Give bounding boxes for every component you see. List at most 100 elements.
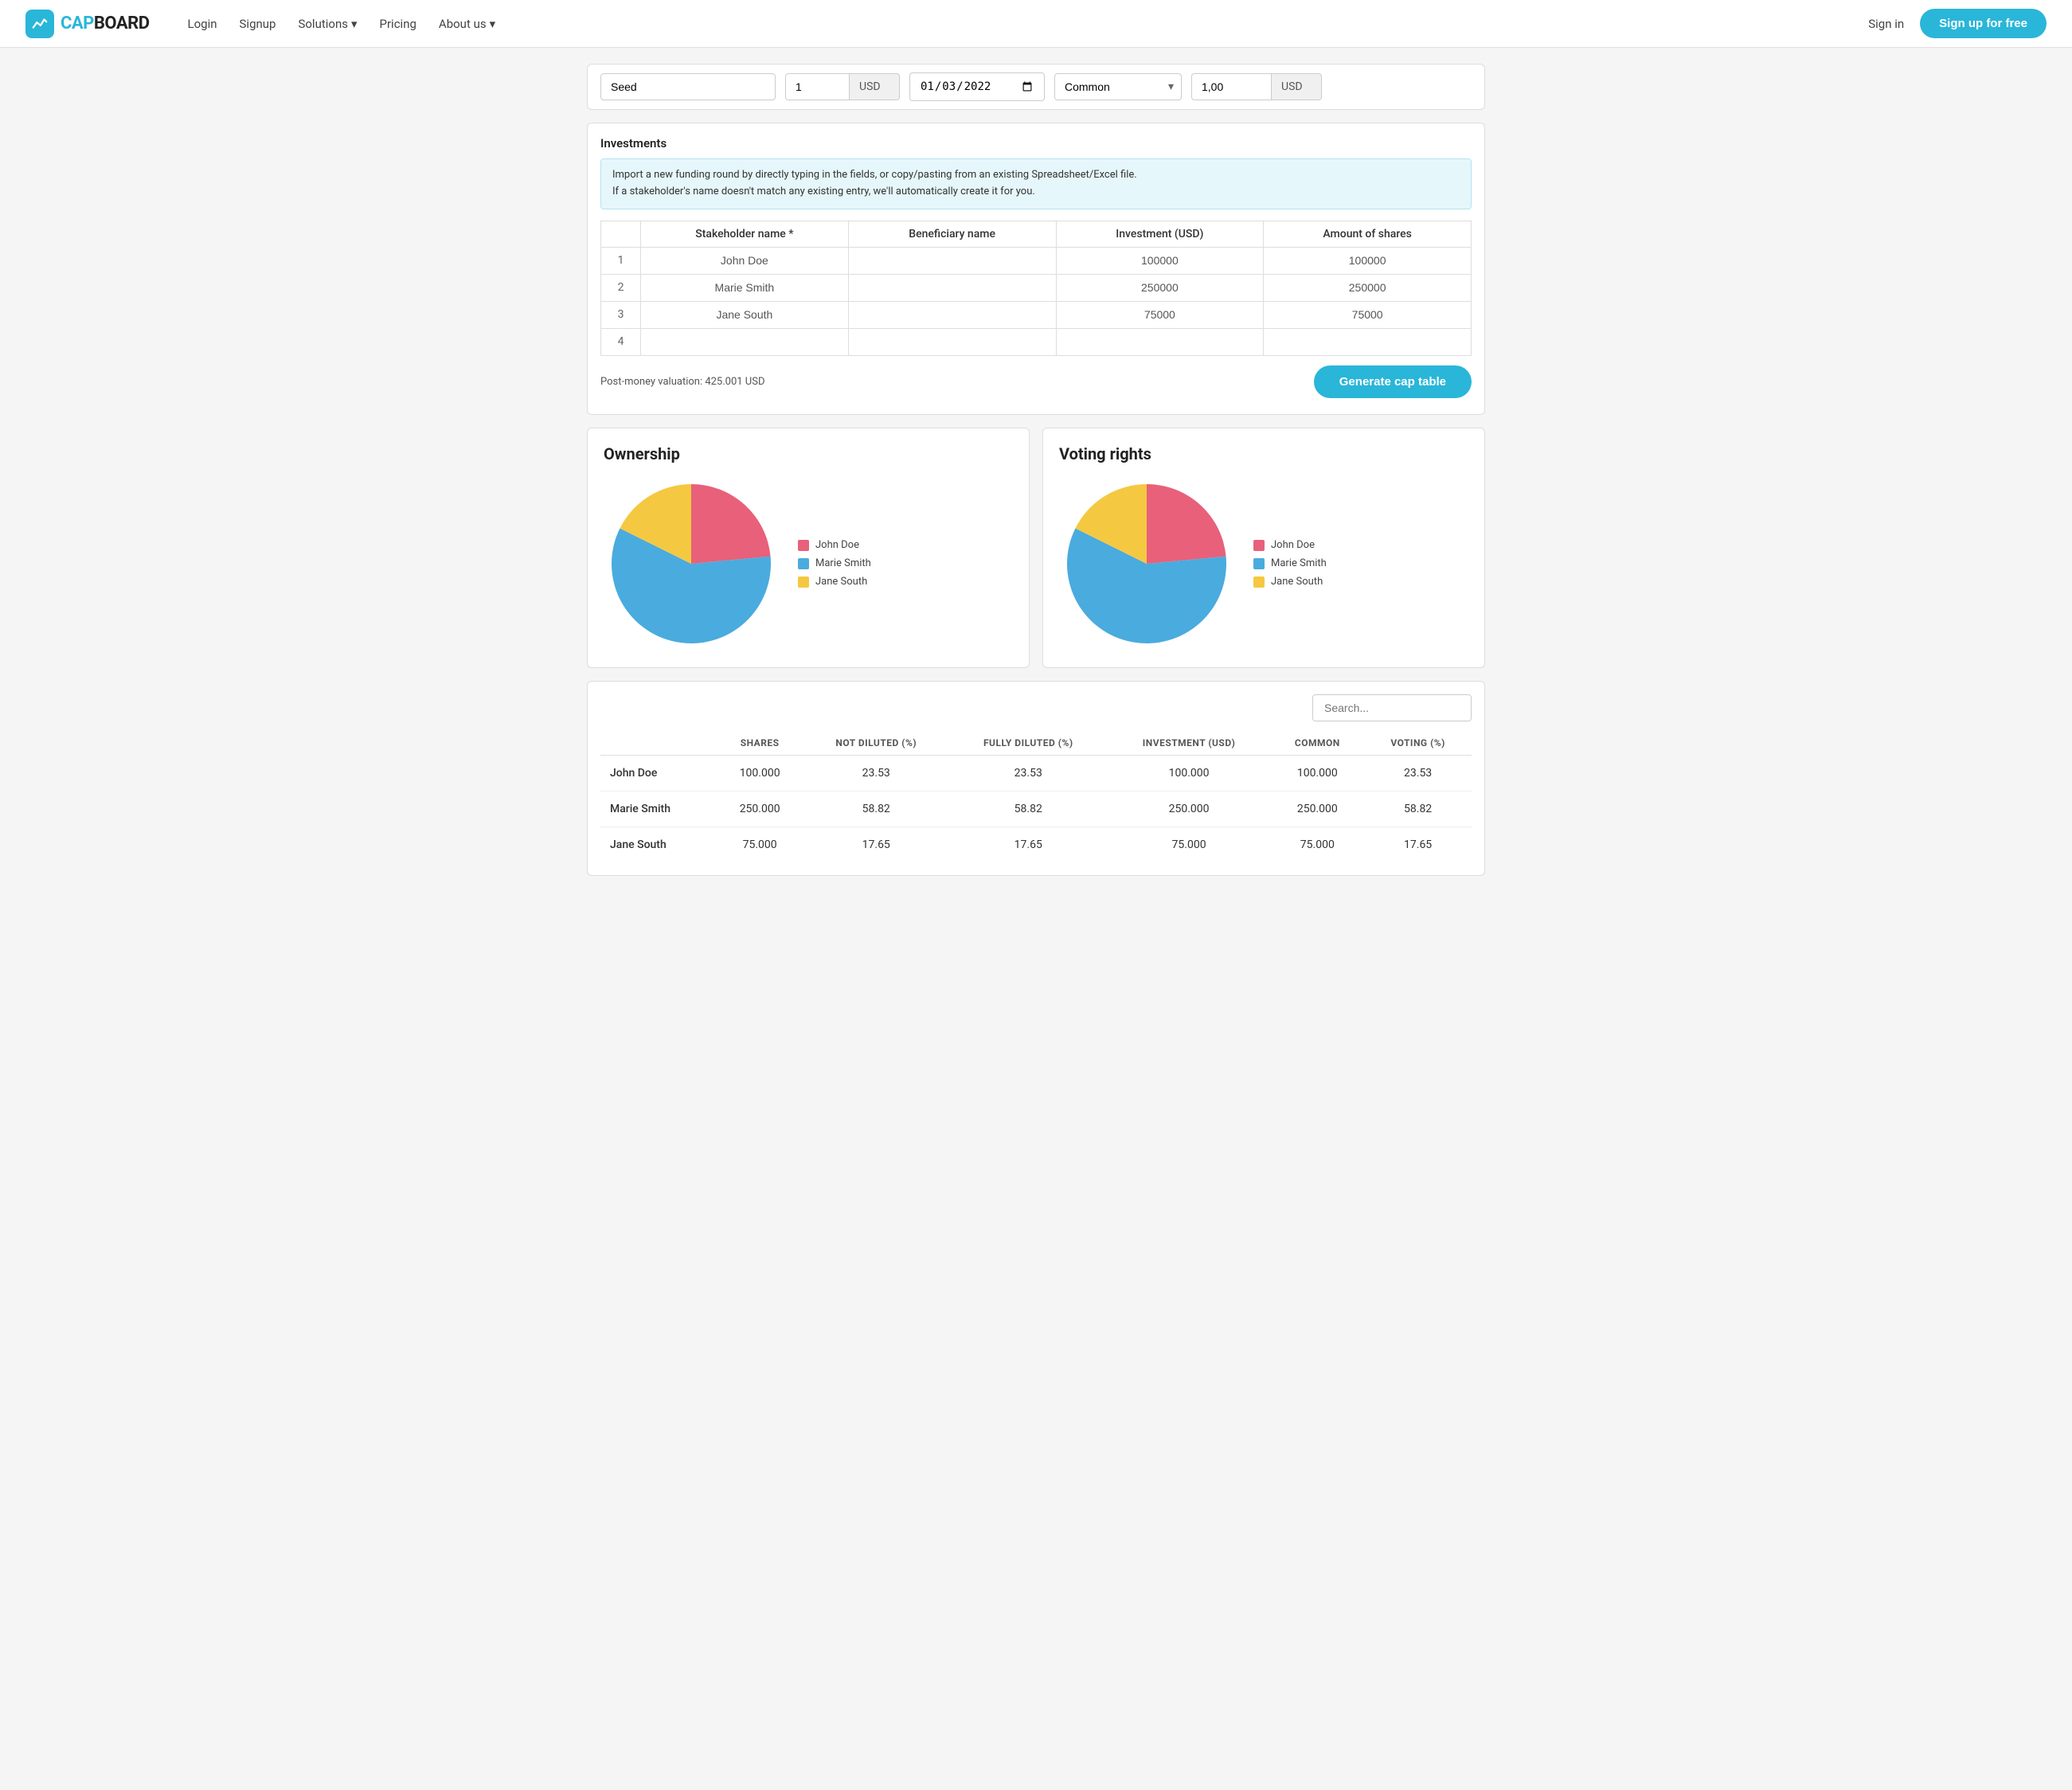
search-input[interactable]: [1312, 694, 1472, 721]
cap-col-header: INVESTMENT (USD): [1108, 731, 1271, 756]
row-stakeholder[interactable]: [641, 328, 849, 355]
voting-pie: [1059, 476, 1234, 651]
voting-legend: John DoeMarie SmithJane South: [1253, 539, 1327, 588]
logo-text: CAPBOARD: [61, 14, 150, 33]
legend-label: Jane South: [1271, 576, 1323, 588]
row-shares[interactable]: [1264, 274, 1472, 301]
share-type-select[interactable]: Common Preferred Convertible: [1054, 73, 1182, 100]
cap-col-header: FULLY DILUTED (%): [949, 731, 1108, 756]
col-stakeholder: Stakeholder name *: [641, 221, 849, 247]
navbar: CAPBOARD Login Signup Solutions▾ Pricing…: [0, 0, 2072, 48]
row-stakeholder[interactable]: [641, 247, 849, 274]
chevron-down-icon: ▾: [351, 17, 358, 31]
cap-row-name: Jane South: [600, 827, 717, 862]
sign-in-link[interactable]: Sign in: [1868, 17, 1904, 31]
row-shares[interactable]: [1264, 301, 1472, 328]
legend-color: [798, 540, 809, 551]
shares-input[interactable]: [1273, 254, 1461, 267]
cap-row-investment: 100.000: [1108, 755, 1271, 791]
legend-item: John Doe: [798, 539, 871, 551]
table-row: 4: [601, 328, 1472, 355]
row-investment[interactable]: [1056, 328, 1264, 355]
cap-table-header: [600, 694, 1472, 721]
logo[interactable]: CAPBOARD: [25, 10, 150, 38]
nav-solutions[interactable]: Solutions▾: [298, 17, 357, 31]
info-line1: Import a new funding round by directly t…: [612, 167, 1460, 184]
legend-color: [1253, 540, 1265, 551]
cap-row-name: John Doe: [600, 755, 717, 791]
cap-row-name: Marie Smith: [600, 791, 717, 827]
cap-row-voting: 23.53: [1364, 755, 1472, 791]
stakeholder-input[interactable]: [651, 281, 839, 294]
col-num: [601, 221, 641, 247]
round-name-input[interactable]: [600, 73, 776, 100]
table-row: 2: [601, 274, 1472, 301]
row-investment[interactable]: [1056, 247, 1264, 274]
row-beneficiary[interactable]: [848, 274, 1056, 301]
beneficiary-input[interactable]: [858, 281, 1046, 294]
investment-input[interactable]: [1066, 254, 1254, 267]
round-number-input[interactable]: [785, 73, 849, 100]
nav-signup[interactable]: Signup: [240, 17, 276, 31]
shares-input[interactable]: [1273, 308, 1461, 321]
legend-color: [798, 558, 809, 569]
row-stakeholder[interactable]: [641, 301, 849, 328]
col-beneficiary: Beneficiary name: [848, 221, 1056, 247]
investment-input[interactable]: [1066, 281, 1254, 294]
cap-row-shares: 100.000: [717, 755, 803, 791]
cap-row-fully-diluted: 23.53: [949, 755, 1108, 791]
cap-row-shares: 75.000: [717, 827, 803, 862]
row-num: 2: [601, 274, 641, 301]
beneficiary-input[interactable]: [858, 254, 1046, 267]
info-box: Import a new funding round by directly t…: [600, 158, 1472, 209]
nav-about[interactable]: About us▾: [439, 17, 495, 31]
investment-input[interactable]: [1066, 335, 1254, 348]
voting-chart-area: John DoeMarie SmithJane South: [1059, 476, 1468, 651]
cap-row-common: 250.000: [1270, 791, 1364, 827]
cap-row-fully-diluted: 17.65: [949, 827, 1108, 862]
ownership-chart-area: John Doe Marie Smith Jane South: [604, 476, 1013, 651]
cap-col-header: SHARES: [717, 731, 803, 756]
sign-up-button[interactable]: Sign up for free: [1920, 9, 2047, 38]
shares-input[interactable]: [1273, 335, 1461, 348]
legend-color: [1253, 558, 1265, 569]
row-beneficiary[interactable]: [848, 301, 1056, 328]
legend-color: [798, 576, 809, 588]
row-shares[interactable]: [1264, 328, 1472, 355]
investments-title: Investments: [600, 136, 1472, 150]
nav-login[interactable]: Login: [188, 17, 217, 31]
beneficiary-input[interactable]: [858, 335, 1046, 348]
currency-right-label: USD: [1271, 73, 1322, 100]
ownership-title: Ownership: [604, 444, 1013, 463]
date-input[interactable]: [909, 72, 1045, 101]
row-investment[interactable]: [1056, 301, 1264, 328]
stakeholder-input[interactable]: [651, 335, 839, 348]
row-shares[interactable]: [1264, 247, 1472, 274]
post-money-valuation: Post-money valuation: 425.001 USD: [600, 376, 765, 388]
ownership-legend: John Doe Marie Smith Jane South: [798, 539, 871, 588]
investment-input[interactable]: [1066, 308, 1254, 321]
row-beneficiary[interactable]: [848, 328, 1056, 355]
legend-item: Jane South: [798, 576, 871, 588]
row-stakeholder[interactable]: [641, 274, 849, 301]
row-beneficiary[interactable]: [848, 247, 1056, 274]
cap-row-not-diluted: 17.65: [803, 827, 949, 862]
shares-input[interactable]: [1273, 281, 1461, 294]
stakeholder-input[interactable]: [651, 254, 839, 267]
row-investment[interactable]: [1056, 274, 1264, 301]
beneficiary-input[interactable]: [858, 308, 1046, 321]
cap-row-voting: 58.82: [1364, 791, 1472, 827]
generate-button[interactable]: Generate cap table: [1314, 365, 1472, 398]
cap-row-not-diluted: 58.82: [803, 791, 949, 827]
investments-section: Investments Import a new funding round b…: [587, 123, 1485, 415]
price-input[interactable]: [1191, 73, 1271, 100]
col-shares: Amount of shares: [1264, 221, 1472, 247]
row-num: 4: [601, 328, 641, 355]
stakeholder-input[interactable]: [651, 308, 839, 321]
legend-label: Marie Smith: [1271, 557, 1327, 569]
legend-item: Marie Smith: [798, 557, 871, 569]
main-content: USD Common Preferred Convertible ▾ USD I…: [574, 48, 1498, 892]
cap-table-row: John Doe 100.000 23.53 23.53 100.000 100…: [600, 755, 1472, 791]
legend-item: Jane South: [1253, 576, 1327, 588]
nav-pricing[interactable]: Pricing: [380, 17, 416, 31]
